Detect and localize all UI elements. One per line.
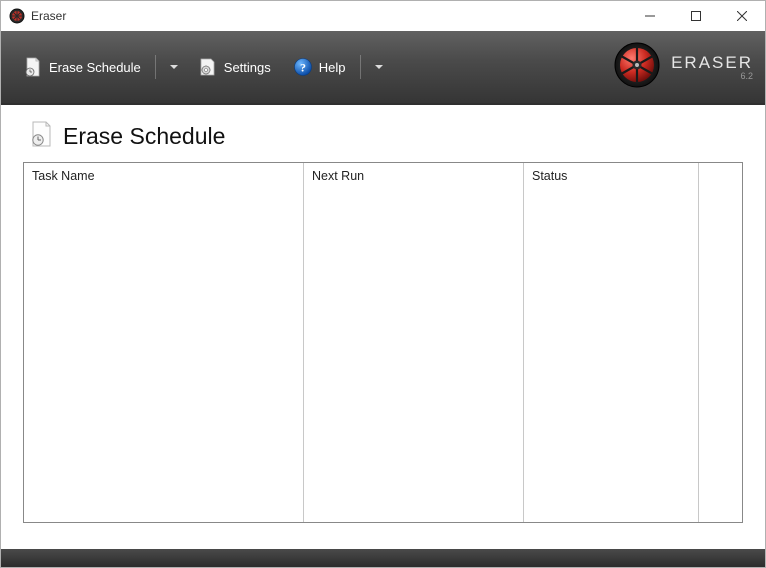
brand-name: ERASER [671,53,753,73]
erase-schedule-button[interactable]: Erase Schedule [19,53,145,81]
document-clock-icon [23,57,43,77]
close-button[interactable] [719,1,765,31]
erase-schedule-dropdown[interactable] [166,61,180,73]
titlebar: Eraser [1,1,765,31]
window-controls [627,1,765,31]
minimize-button[interactable] [627,1,673,31]
panel-title: Erase Schedule [63,123,225,150]
schedule-panel: Erase Schedule Task Name Next Run Status [23,111,743,523]
footer-bar [1,549,765,567]
help-button[interactable]: ? Help [289,53,350,81]
svg-text:?: ? [300,61,306,75]
document-clock-icon [29,121,53,152]
chevron-down-icon [375,65,383,69]
schedule-table[interactable]: Task Name Next Run Status [23,162,743,523]
erase-schedule-label: Erase Schedule [49,60,141,75]
help-label: Help [319,60,346,75]
app-window: Eraser Eras [0,0,766,568]
gear-document-icon [198,57,218,77]
chevron-down-icon [170,65,178,69]
window-title: Eraser [31,9,66,23]
brand-area: ERASER 6.2 [613,41,753,94]
toolbar-separator [155,55,156,79]
toolbar-separator [360,55,361,79]
help-icon: ? [293,57,313,77]
panel-header: Erase Schedule [23,111,743,162]
column-header-task-name[interactable]: Task Name [24,163,304,522]
settings-button[interactable]: Settings [194,53,275,81]
column-header-extra[interactable] [699,163,742,522]
column-header-status[interactable]: Status [524,163,699,522]
eraser-logo-icon [613,41,661,94]
column-header-next-run[interactable]: Next Run [304,163,524,522]
content-area: Erase Schedule Task Name Next Run Status [1,103,765,549]
main-toolbar: Erase Schedule Setting [1,31,765,103]
maximize-button[interactable] [673,1,719,31]
app-icon [9,8,25,24]
settings-label: Settings [224,60,271,75]
help-dropdown[interactable] [371,61,385,73]
